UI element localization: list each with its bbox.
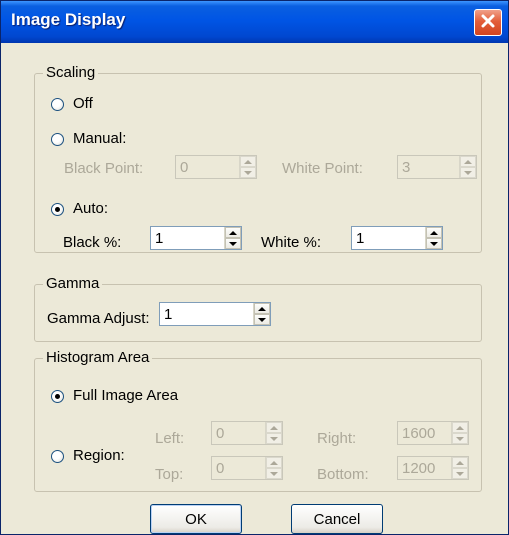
gamma-adjust-label: Gamma Adjust: bbox=[47, 310, 150, 327]
black-percent-label: Black %: bbox=[63, 234, 122, 251]
region-top-down-button[interactable] bbox=[266, 468, 282, 479]
region-bottom-down-button[interactable] bbox=[452, 468, 468, 479]
window-title: Image Display bbox=[11, 10, 126, 29]
black-percent-up-button[interactable] bbox=[225, 227, 241, 238]
down-arrow-icon bbox=[464, 170, 472, 175]
up-arrow-icon bbox=[229, 230, 237, 235]
region-right-up-button[interactable] bbox=[452, 422, 468, 433]
region-bottom-label: Bottom: bbox=[317, 466, 369, 483]
full-image-area-label: Full Image Area bbox=[73, 387, 179, 404]
region-right-down-button[interactable] bbox=[452, 433, 468, 444]
white-percent-down-button[interactable] bbox=[426, 238, 442, 249]
region-right-spinner[interactable] bbox=[397, 421, 469, 445]
dialog-body: Scaling Off Manual: Black Point: White P… bbox=[1, 43, 508, 534]
cancel-button[interactable]: Cancel bbox=[291, 504, 383, 534]
white-point-down-button[interactable] bbox=[460, 167, 476, 178]
region-label: Region: bbox=[73, 447, 125, 464]
title-bar[interactable]: Image Display bbox=[1, 1, 508, 43]
gamma-legend: Gamma bbox=[43, 275, 103, 293]
ok-button[interactable]: OK bbox=[150, 504, 242, 534]
white-percent-up-button[interactable] bbox=[426, 227, 442, 238]
gamma-down-button[interactable] bbox=[254, 314, 270, 325]
up-arrow-icon bbox=[258, 306, 266, 311]
histogram-area-group: Histogram Area Full Image Area Region: L… bbox=[34, 349, 482, 492]
black-point-input[interactable] bbox=[176, 156, 239, 178]
region-left-spinner[interactable] bbox=[211, 421, 283, 445]
white-percent-label: White %: bbox=[261, 234, 322, 251]
scaling-manual-radio[interactable] bbox=[51, 133, 64, 146]
region-top-label: Top: bbox=[155, 466, 184, 483]
black-point-down-button[interactable] bbox=[240, 167, 256, 178]
close-icon bbox=[480, 13, 496, 33]
black-point-up-button[interactable] bbox=[240, 156, 256, 167]
gamma-adjust-input[interactable] bbox=[160, 303, 253, 325]
gamma-adjust-spinner[interactable] bbox=[159, 302, 271, 326]
scaling-legend: Scaling bbox=[43, 64, 99, 82]
scaling-manual-label: Manual: bbox=[73, 130, 127, 147]
gamma-group: Gamma Gamma Adjust: bbox=[34, 275, 482, 342]
up-arrow-icon bbox=[244, 159, 252, 164]
white-point-up-button[interactable] bbox=[460, 156, 476, 167]
region-top-up-button[interactable] bbox=[266, 457, 282, 468]
black-percent-spinner[interactable] bbox=[150, 226, 242, 250]
white-point-label: White Point: bbox=[282, 160, 363, 177]
down-arrow-icon bbox=[456, 436, 464, 441]
black-point-label: Black Point: bbox=[64, 160, 144, 177]
image-display-dialog: Image Display Scaling Off Manual: Black … bbox=[0, 0, 509, 535]
down-arrow-icon bbox=[456, 471, 464, 476]
white-point-input[interactable] bbox=[398, 156, 459, 178]
scaling-auto-label: Auto: bbox=[73, 200, 109, 217]
gamma-up-button[interactable] bbox=[254, 303, 270, 314]
region-bottom-input[interactable] bbox=[398, 457, 451, 479]
scaling-group: Scaling Off Manual: Black Point: White P… bbox=[34, 64, 482, 253]
region-right-label: Right: bbox=[317, 430, 357, 447]
white-percent-input[interactable] bbox=[352, 227, 425, 249]
region-top-spinner[interactable] bbox=[211, 456, 283, 480]
black-percent-down-button[interactable] bbox=[225, 238, 241, 249]
scaling-off-radio[interactable] bbox=[51, 98, 64, 111]
scaling-off-label: Off bbox=[73, 95, 93, 112]
up-arrow-icon bbox=[464, 159, 472, 164]
region-left-input[interactable] bbox=[212, 422, 265, 444]
down-arrow-icon bbox=[229, 241, 237, 246]
region-radio[interactable] bbox=[51, 450, 64, 463]
up-arrow-icon bbox=[456, 460, 464, 465]
white-percent-spinner[interactable] bbox=[351, 226, 443, 250]
region-right-input[interactable] bbox=[398, 422, 451, 444]
region-bottom-spinner[interactable] bbox=[397, 456, 469, 480]
up-arrow-icon bbox=[270, 425, 278, 430]
region-left-label: Left: bbox=[155, 430, 185, 447]
region-bottom-up-button[interactable] bbox=[452, 457, 468, 468]
down-arrow-icon bbox=[270, 436, 278, 441]
histogram-area-legend: Histogram Area bbox=[43, 349, 153, 367]
black-percent-input[interactable] bbox=[151, 227, 224, 249]
close-button[interactable] bbox=[474, 9, 502, 36]
region-left-down-button[interactable] bbox=[266, 433, 282, 444]
white-point-spinner[interactable] bbox=[397, 155, 477, 179]
full-image-area-radio[interactable] bbox=[51, 390, 64, 403]
scaling-auto-radio[interactable] bbox=[51, 203, 64, 216]
up-arrow-icon bbox=[270, 460, 278, 465]
black-point-spinner[interactable] bbox=[175, 155, 257, 179]
down-arrow-icon bbox=[244, 170, 252, 175]
down-arrow-icon bbox=[270, 471, 278, 476]
down-arrow-icon bbox=[430, 241, 438, 246]
up-arrow-icon bbox=[430, 230, 438, 235]
region-top-input[interactable] bbox=[212, 457, 265, 479]
region-left-up-button[interactable] bbox=[266, 422, 282, 433]
down-arrow-icon bbox=[258, 317, 266, 322]
up-arrow-icon bbox=[456, 425, 464, 430]
